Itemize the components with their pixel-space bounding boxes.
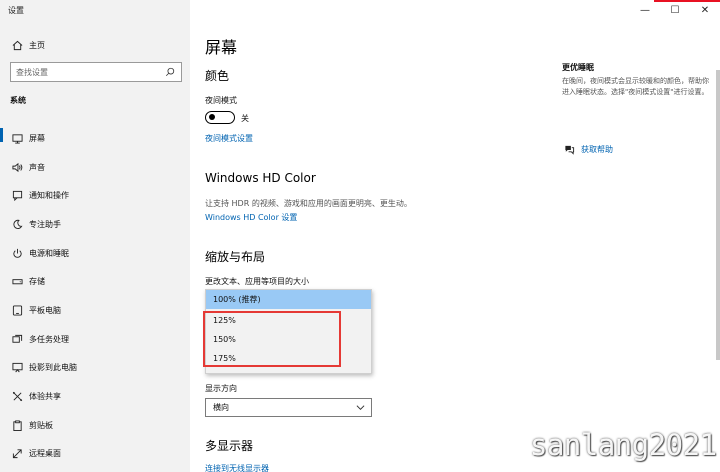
sidebar-item-label: 多任务处理 — [29, 334, 69, 344]
sidebar-item-clipboard[interactable]: 剪贴板 — [0, 411, 190, 440]
clipboard-icon — [10, 418, 24, 432]
scale-size-label: 更改文本、应用等项目的大小 — [205, 277, 309, 286]
maximize-button[interactable]: ☐ — [660, 0, 690, 20]
toggle-knob — [209, 114, 215, 120]
monitor-icon — [10, 131, 24, 145]
get-help-link[interactable]: 获取帮助 — [581, 144, 613, 155]
tablet-icon — [10, 303, 24, 317]
night-light-state: 关 — [241, 114, 249, 123]
window-title: 设置 — [8, 6, 24, 15]
night-light-toggle[interactable] — [205, 111, 235, 124]
sleep-tip-text: 在晚间，夜间模式会显示较暖和的颜色，帮助你进入睡眠状态。选择"夜间模式设置"进行… — [562, 77, 709, 96]
multi-display-heading: 多显示器 — [205, 439, 254, 453]
scale-option-100[interactable]: 100% (推荐) — [206, 290, 371, 309]
sidebar-item-shared-experiences[interactable]: 体验共享 — [0, 382, 190, 411]
orientation-select[interactable]: 横向 — [205, 398, 372, 417]
sidebar-item-notifications[interactable]: 通知和操作 — [0, 181, 190, 210]
power-icon — [10, 246, 24, 260]
chevron-down-icon — [356, 405, 365, 411]
sidebar-item-label: 屏幕 — [29, 133, 45, 143]
red-highlight-box — [203, 311, 341, 367]
window-controls: — ☐ ✕ — [630, 0, 720, 20]
sidebar-item-label: 主页 — [29, 40, 45, 50]
sidebar-item-projecting[interactable]: 投影到此电脑 — [0, 354, 190, 383]
sidebar-item-sound[interactable]: 声音 — [0, 153, 190, 182]
help-chat-icon — [562, 142, 576, 156]
sidebar-item-multitasking[interactable]: 多任务处理 — [0, 325, 190, 354]
sidebar-item-label: 声音 — [29, 162, 45, 172]
watermark: sanlang2021 — [530, 428, 717, 462]
sidebar-item-display[interactable]: 屏幕 — [0, 124, 190, 153]
sidebar-item-label: 存储 — [29, 277, 45, 287]
hdr-section-heading: Windows HD Color — [205, 171, 316, 185]
main-content: 屏幕 颜色 夜间模式 关 夜间模式设置 Windows HD Color 让支持… — [190, 0, 720, 472]
scrollbar[interactable] — [716, 70, 720, 360]
sidebar-item-tablet[interactable]: 平板电脑 — [0, 296, 190, 325]
search-input[interactable] — [16, 67, 164, 77]
night-light-settings-link[interactable]: 夜间模式设置 — [205, 133, 253, 144]
remote-desktop-icon — [10, 447, 24, 461]
speaker-icon — [10, 160, 24, 174]
sidebar-item-label: 远程桌面 — [29, 449, 61, 459]
sidebar-item-storage[interactable]: 存储 — [0, 267, 190, 296]
hdr-settings-link[interactable]: Windows HD Color 设置 — [205, 212, 297, 223]
sidebar: 设置 主页 系统 屏幕 声音 通知和操作 专注助手 — [0, 0, 190, 472]
projection-icon — [10, 361, 24, 375]
search-box[interactable] — [10, 62, 182, 82]
close-accent-bar — [654, 0, 720, 2]
sidebar-section-heading: 系统 — [10, 96, 26, 105]
orientation-label: 显示方向 — [205, 384, 237, 393]
sidebar-item-focus-assist[interactable]: 专注助手 — [0, 210, 190, 239]
hdr-description: 让支持 HDR 的视频、游戏和应用的画面更明亮、更生动。 — [205, 199, 412, 208]
sidebar-item-label: 剪贴板 — [29, 420, 53, 430]
sidebar-item-label: 平板电脑 — [29, 305, 61, 315]
scale-section-heading: 缩放与布局 — [205, 250, 266, 264]
storage-icon — [10, 275, 24, 289]
orientation-value: 横向 — [213, 403, 229, 412]
sidebar-item-label: 体验共享 — [29, 392, 61, 402]
help-row[interactable]: 获取帮助 — [562, 142, 613, 156]
search-icon[interactable] — [164, 66, 176, 78]
home-icon — [10, 38, 24, 52]
wireless-display-link[interactable]: 连接到无线显示器 — [205, 463, 269, 472]
sidebar-item-label: 电源和睡眠 — [29, 248, 69, 258]
sidebar-item-label: 投影到此电脑 — [29, 363, 77, 373]
minimize-button[interactable]: — — [630, 0, 660, 20]
close-button[interactable]: ✕ — [690, 0, 720, 20]
moon-icon — [10, 217, 24, 231]
share-icon — [10, 390, 24, 404]
night-light-label: 夜间模式 — [205, 96, 237, 105]
sleep-tip-heading: 更优睡眠 — [562, 63, 594, 72]
sidebar-item-power-sleep[interactable]: 电源和睡眠 — [0, 239, 190, 268]
sidebar-item-label: 专注助手 — [29, 219, 61, 229]
sidebar-item-label: 通知和操作 — [29, 191, 69, 201]
multitask-icon — [10, 332, 24, 346]
sidebar-item-remote-desktop[interactable]: 远程桌面 — [0, 440, 190, 469]
page-title: 屏幕 — [205, 38, 238, 57]
sidebar-item-home[interactable]: 主页 — [10, 38, 45, 52]
notification-icon — [10, 189, 24, 203]
sidebar-nav-list: 屏幕 声音 通知和操作 专注助手 电源和睡眠 存储 平板电脑 多任务处理 投影到… — [0, 124, 190, 468]
color-section-heading: 颜色 — [205, 69, 230, 83]
